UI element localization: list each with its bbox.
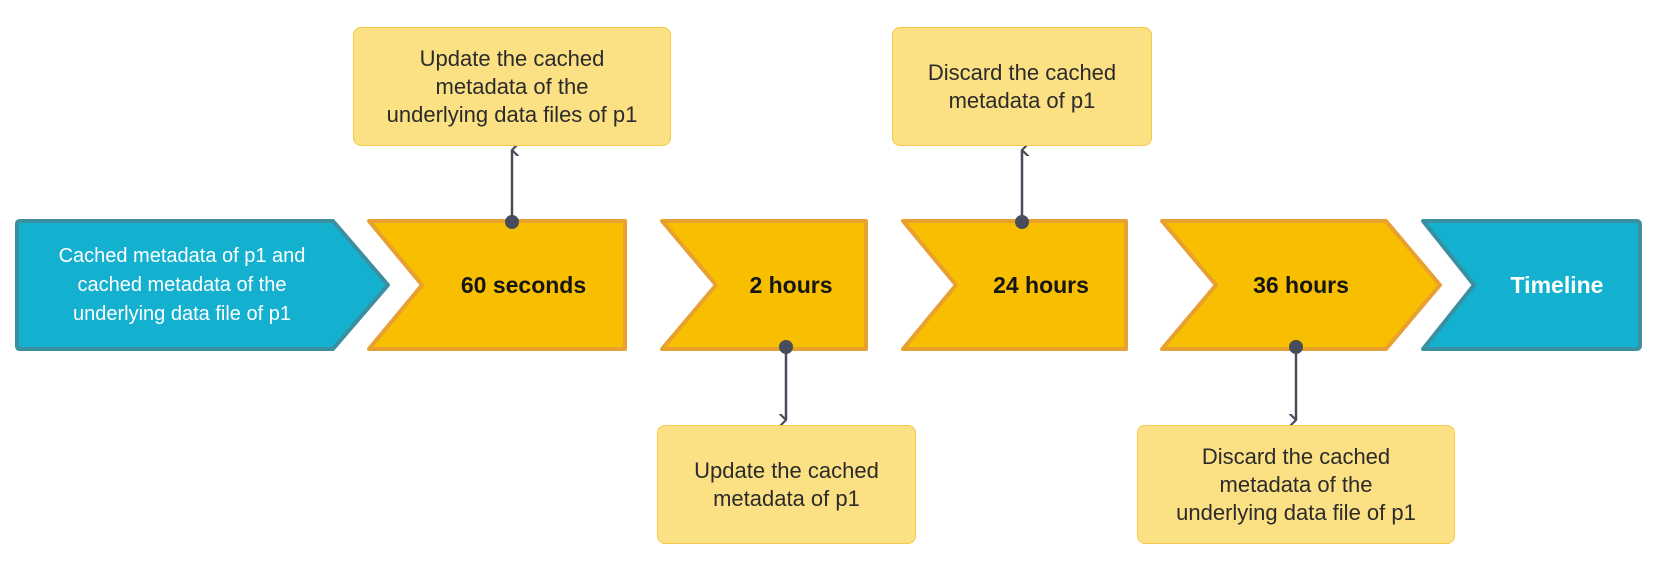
event-note-60-seconds: Update the cached metadata of the underl… [353, 27, 671, 146]
event-note-2-hours: Update the cached metadata of p1 [657, 425, 916, 544]
connector-60-seconds [505, 150, 519, 229]
step-2-hours-shape [660, 219, 868, 351]
step-24-hours-shape [901, 219, 1128, 351]
end-endpoint-shape [1421, 219, 1642, 351]
start-endpoint-shape [15, 219, 390, 351]
connector-dot [1289, 340, 1303, 354]
connector-2-hours [779, 340, 793, 420]
event-note-24-hours: Discard the cached metadata of p1 [892, 27, 1152, 146]
connector-24-hours [1015, 150, 1029, 229]
step-36-hours-shape [1160, 219, 1442, 351]
event-note-36-hours: Discard the cached metadata of the under… [1137, 425, 1455, 544]
connector-dot [1015, 215, 1029, 229]
step-60-seconds-shape [367, 219, 627, 351]
connector-dot [505, 215, 519, 229]
connector-dot [779, 340, 793, 354]
connector-36-hours [1289, 340, 1303, 420]
